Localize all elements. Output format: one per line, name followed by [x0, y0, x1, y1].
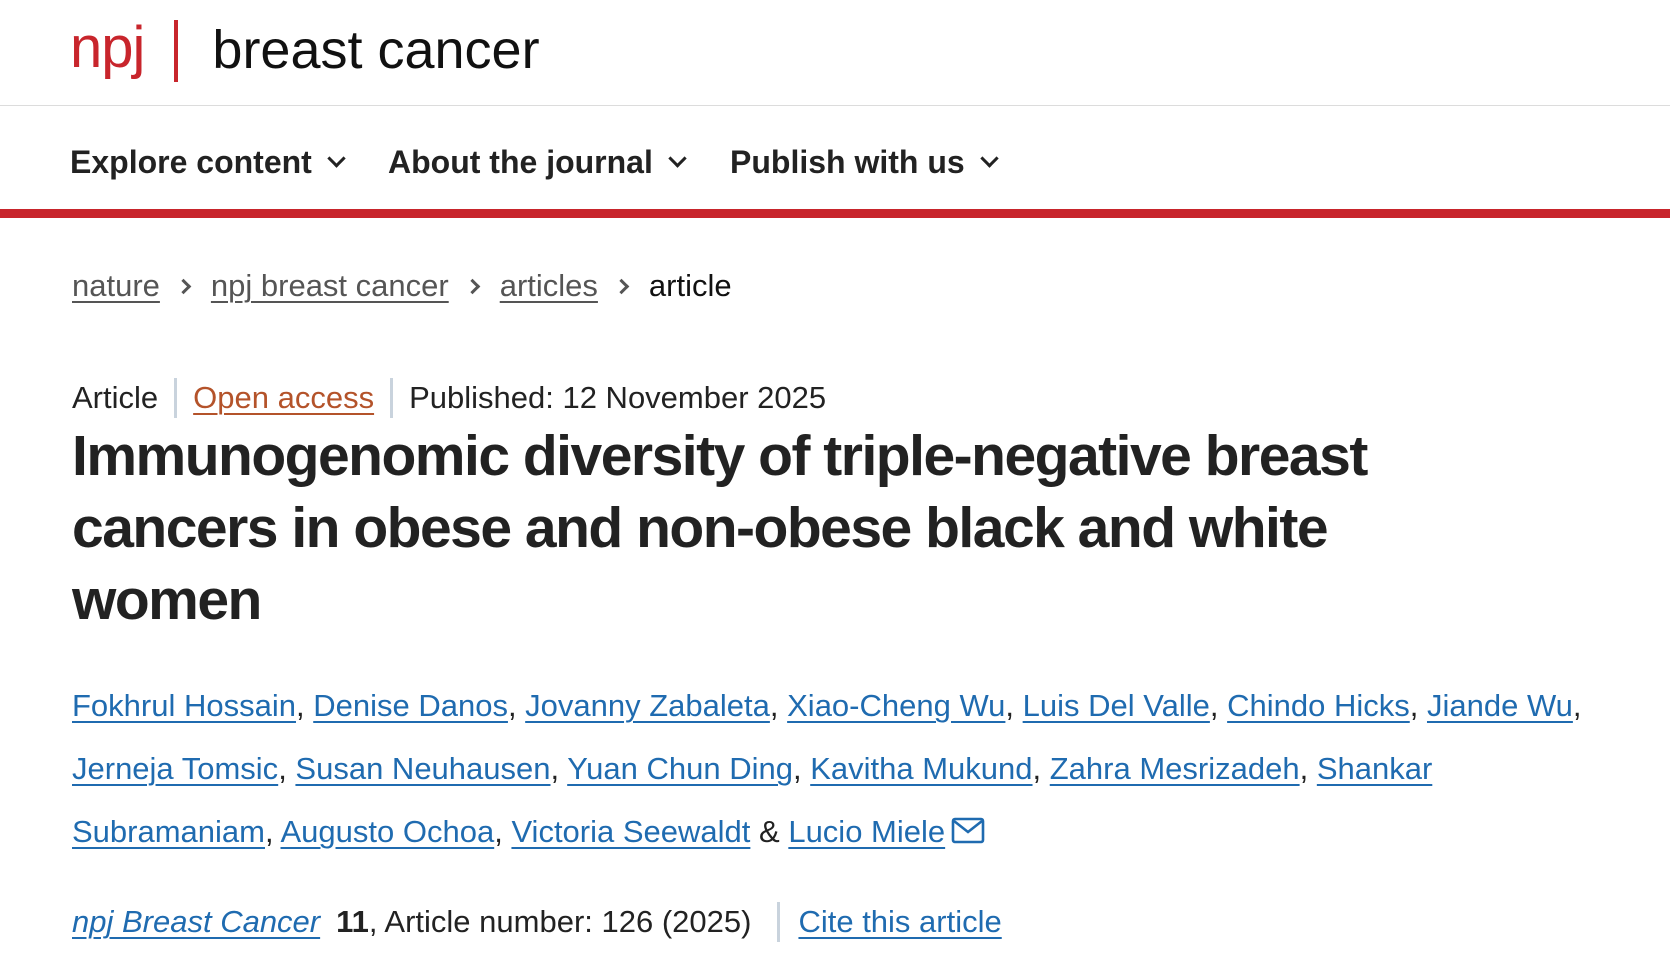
- chevron-right-icon: [464, 278, 480, 294]
- citation-divider: [777, 902, 781, 942]
- author-separator: ,: [1005, 688, 1023, 723]
- mail-icon[interactable]: [951, 802, 985, 865]
- main-nav: Explore content About the journal Publis…: [0, 106, 1670, 218]
- author-link[interactable]: Jerneja Tomsic: [72, 751, 278, 786]
- breadcrumb-nature[interactable]: nature: [72, 268, 160, 304]
- author-link[interactable]: Augusto Ochoa: [281, 814, 495, 849]
- breadcrumb-current: article: [648, 268, 732, 303]
- nav-label: Publish with us: [730, 144, 965, 180]
- author-link[interactable]: Lucio Miele: [788, 814, 945, 849]
- author-separator: ,: [507, 688, 526, 723]
- author-separator: ,: [264, 814, 281, 849]
- nav-explore-content[interactable]: Explore content: [70, 144, 346, 181]
- volume-number: 11: [336, 904, 369, 939]
- site-header: npj breast cancer: [0, 0, 1670, 106]
- author-link[interactable]: Chindo Hicks: [1227, 688, 1410, 723]
- author-separator: ,: [295, 688, 314, 723]
- author-link[interactable]: Denise Danos: [313, 688, 508, 723]
- author-link[interactable]: Jiande Wu: [1427, 688, 1573, 723]
- author-link[interactable]: Victoria Seewaldt: [511, 814, 750, 849]
- logo-npj: npj: [70, 15, 145, 80]
- author-separator: ,: [1209, 688, 1228, 723]
- chevron-right-icon: [613, 278, 630, 294]
- author-separator: ,: [1572, 688, 1582, 723]
- article-meta: Article Open access Published: 12 Novemb…: [72, 378, 826, 418]
- author-link[interactable]: Xiao-Cheng Wu: [787, 688, 1005, 723]
- author-separator: ,: [494, 814, 512, 849]
- nav-label: Explore content: [70, 144, 312, 180]
- author-separator: ,: [550, 751, 568, 786]
- article-number: , Article number: 126 (2025): [368, 904, 752, 939]
- breadcrumb: nature npj breast cancer articles articl…: [72, 268, 732, 304]
- chevron-down-icon: [327, 149, 346, 168]
- author-link[interactable]: Jovanny Zabaleta: [525, 688, 770, 723]
- journal-logo[interactable]: npj breast cancer: [70, 14, 540, 82]
- cite-article-link[interactable]: Cite this article: [798, 904, 1001, 940]
- nav-publish-with-us[interactable]: Publish with us: [730, 144, 999, 181]
- author-separator: ,: [1032, 751, 1050, 786]
- author-separator: ,: [1409, 688, 1427, 723]
- chevron-down-icon: [979, 149, 999, 168]
- published-date: Published: 12 November 2025: [409, 380, 827, 415]
- author-link[interactable]: Zahra Mesrizadeh: [1050, 751, 1300, 786]
- logo-title: breast cancer: [212, 20, 540, 80]
- article-title: Immunogenomic diversity of triple-negati…: [72, 424, 1368, 632]
- author-separator: ,: [792, 751, 811, 786]
- meta-divider: [174, 378, 178, 418]
- author-link[interactable]: Luis Del Valle: [1023, 688, 1210, 723]
- author-link[interactable]: Susan Neuhausen: [295, 751, 550, 786]
- author-separator: ,: [769, 688, 788, 723]
- author-list: Fokhrul Hossain, Denise Danos, Jovanny Z…: [72, 674, 1592, 865]
- nav-label: About the journal: [388, 144, 653, 180]
- breadcrumb-journal[interactable]: npj breast cancer: [211, 268, 449, 304]
- nav-about-journal[interactable]: About the journal: [388, 144, 687, 181]
- author-link[interactable]: Kavitha Mukund: [810, 751, 1032, 786]
- author-separator: ,: [1299, 751, 1317, 786]
- chevron-down-icon: [668, 149, 687, 168]
- author-separator: ,: [278, 751, 296, 786]
- breadcrumb-articles[interactable]: articles: [500, 268, 598, 304]
- citation-line: npj Breast Cancer 11 , Article number: 1…: [72, 902, 1002, 942]
- article-type: Article: [72, 380, 159, 415]
- open-access-link[interactable]: Open access: [193, 380, 374, 416]
- logo-divider: [174, 20, 179, 82]
- author-ampersand: &: [759, 814, 780, 849]
- meta-divider: [390, 378, 394, 418]
- author-link[interactable]: Fokhrul Hossain: [72, 688, 296, 723]
- chevron-right-icon: [175, 278, 192, 294]
- author-link[interactable]: Yuan Chun Ding: [567, 751, 793, 786]
- journal-link[interactable]: npj Breast Cancer: [72, 904, 320, 940]
